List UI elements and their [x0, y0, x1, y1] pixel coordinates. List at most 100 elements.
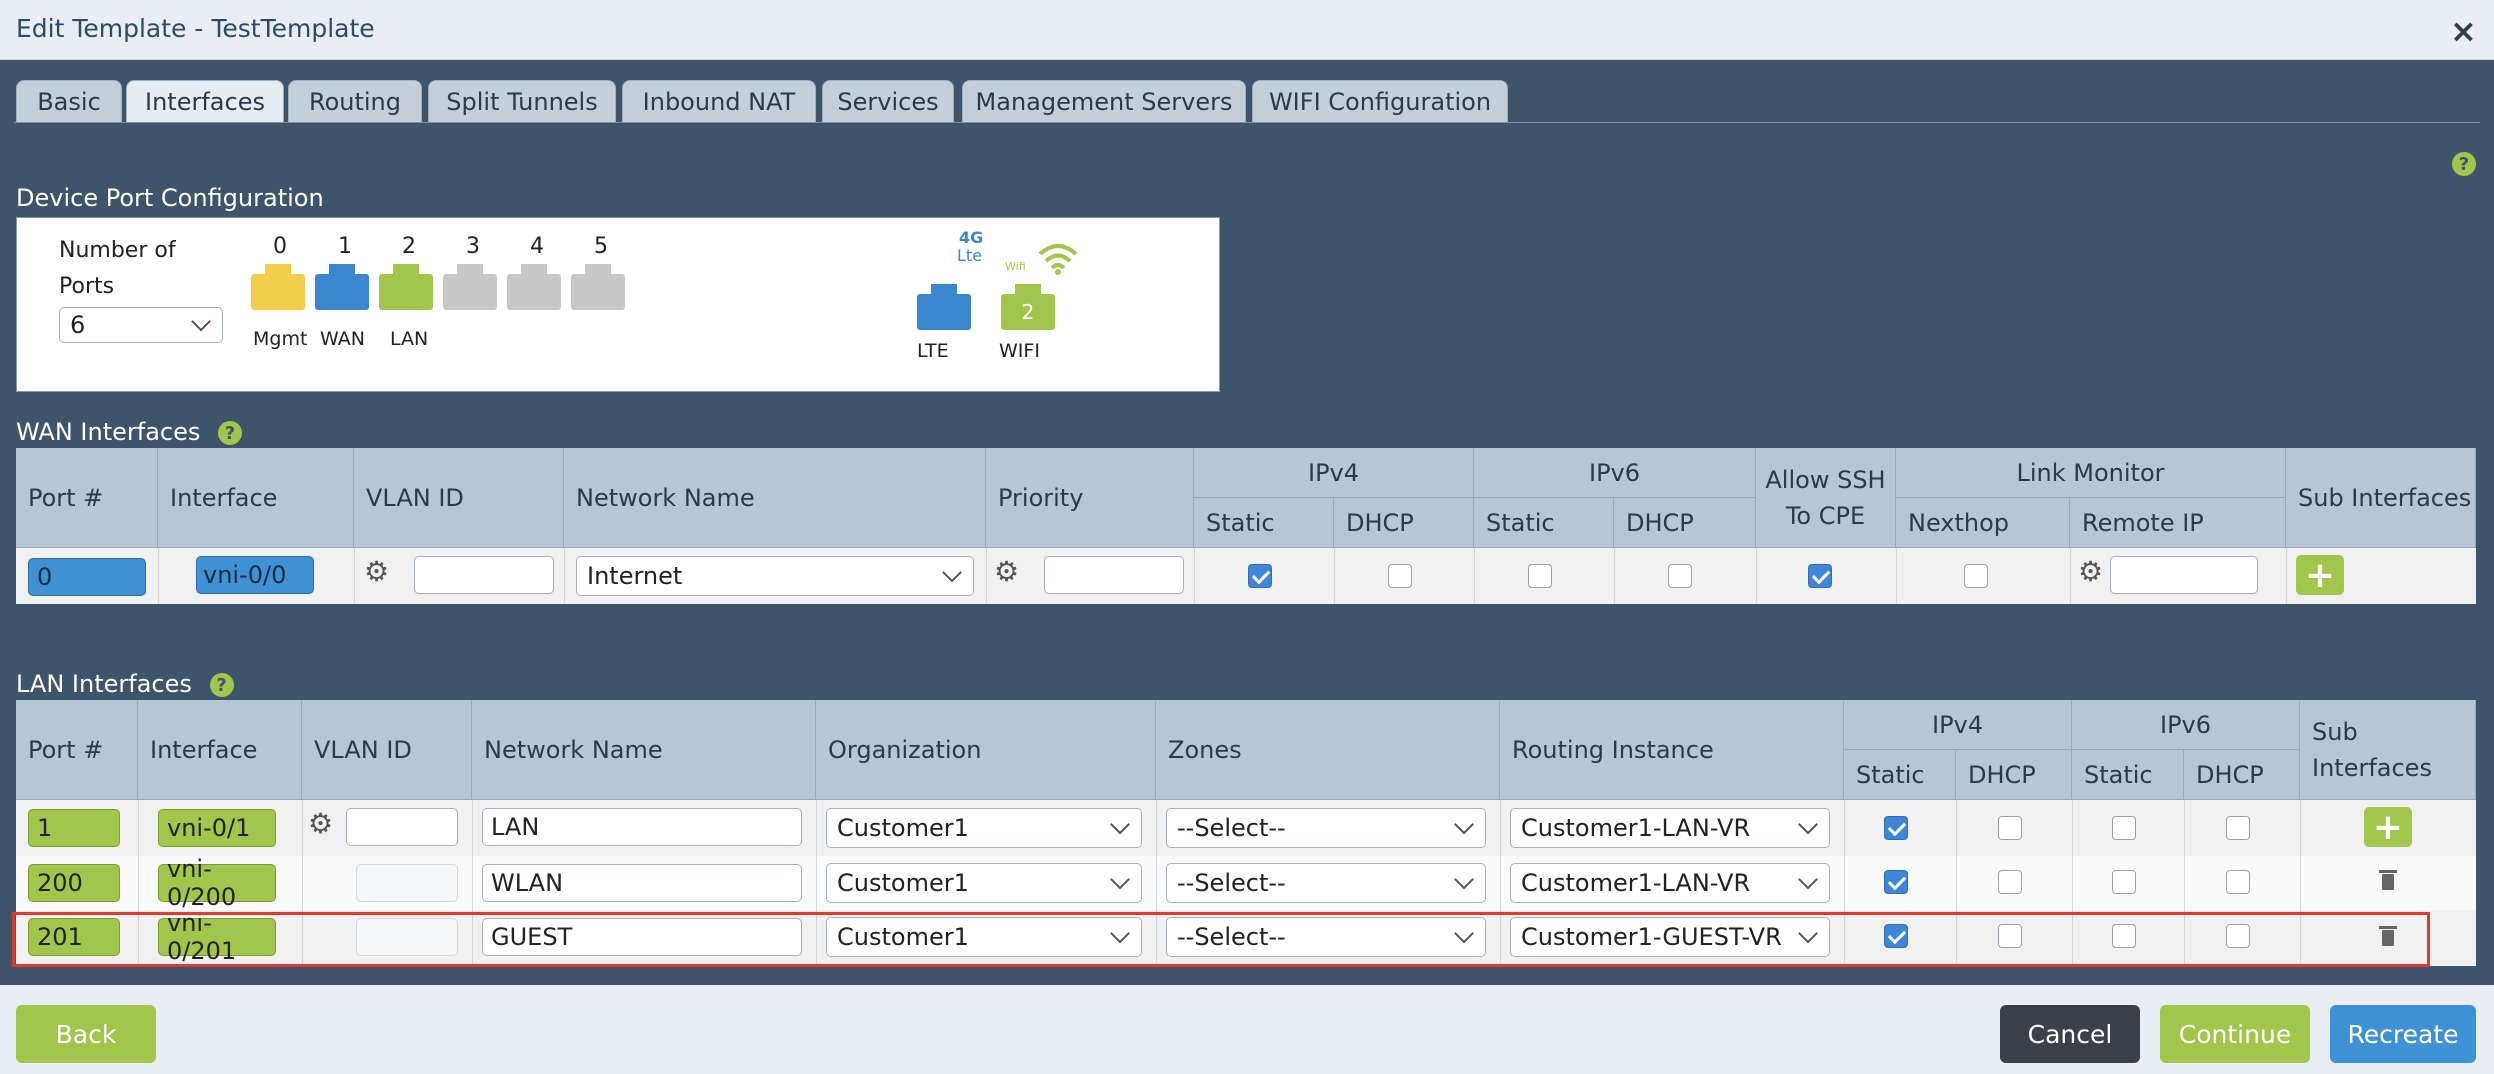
- wifi-port-icon[interactable]: 2: [1001, 284, 1055, 330]
- lan-row2-trash-icon[interactable]: [2379, 870, 2397, 890]
- tab-divider: [14, 122, 2480, 123]
- tab-inbound-nat[interactable]: Inbound NAT: [622, 80, 816, 122]
- wan-header-ssh-line1: Allow SSH: [1765, 465, 1886, 494]
- lan-row2-organization-select[interactable]: Customer1: [826, 863, 1142, 903]
- chevron-down-icon: [1798, 869, 1818, 890]
- wan-help-icon[interactable]: ?: [218, 421, 243, 445]
- lte-label: LTE: [917, 340, 949, 362]
- wan-header-allow-ssh: Allow SSH To CPE: [1756, 448, 1896, 548]
- tab-basic[interactable]: Basic: [16, 80, 122, 122]
- lan-row2-network-input[interactable]: WLAN: [482, 864, 802, 902]
- chevron-down-icon: [1798, 814, 1818, 835]
- device-port-title: Device Port Configuration: [16, 184, 324, 212]
- wan-interface-field[interactable]: vni-0/0: [196, 556, 314, 594]
- lan-row2-routing-instance-select[interactable]: Customer1-LAN-VR: [1510, 863, 1830, 903]
- tab-services[interactable]: Services: [822, 80, 954, 122]
- lan-row1-ipv4-dhcp-checkbox[interactable]: [1998, 816, 2022, 840]
- port-number-5: 5: [594, 234, 608, 259]
- wan-header-port: Port #: [16, 448, 158, 548]
- wan-header-sub-interfaces: Sub Interfaces: [2286, 448, 2476, 548]
- port-number-1: 1: [338, 234, 352, 259]
- lan-header-ipv6-dhcp: DHCP: [2184, 750, 2300, 800]
- lan-row1-interface-field[interactable]: vni-0/1: [158, 809, 276, 847]
- wan-vlan-input[interactable]: [414, 556, 554, 594]
- wifi-signal-icon: [1038, 244, 1078, 275]
- lan-header-vlan: VLAN ID: [302, 700, 472, 800]
- lan-row1-routing-instance-select[interactable]: Customer1-LAN-VR: [1510, 808, 1830, 848]
- wan-remote-ip-input[interactable]: [2110, 556, 2258, 594]
- lan-row2-organization-value: Customer1: [837, 869, 969, 897]
- wan-ipv4-dhcp-checkbox[interactable]: [1388, 564, 1412, 588]
- wan-nexthop-checkbox[interactable]: [1964, 564, 1988, 588]
- close-icon[interactable]: ×: [2450, 12, 2477, 50]
- lan-header-sub-interfaces: Sub Interfaces: [2300, 700, 2476, 800]
- port-2-lan-icon[interactable]: [379, 264, 433, 310]
- wifi-label: WIFI: [999, 340, 1040, 362]
- lan-row1-ipv6-dhcp-checkbox[interactable]: [2226, 816, 2250, 840]
- wan-port-field[interactable]: 0: [28, 558, 146, 596]
- wan-header-ipv6-dhcp: DHCP: [1614, 498, 1756, 548]
- port-label-lan: LAN: [390, 328, 429, 350]
- tab-routing[interactable]: Routing: [288, 80, 422, 122]
- wan-allow-ssh-checkbox[interactable]: [1808, 564, 1832, 588]
- wan-ipv6-dhcp-checkbox[interactable]: [1668, 564, 1692, 588]
- lan-row2-port-field[interactable]: 200: [28, 864, 120, 902]
- lan-row2-zones-select[interactable]: --Select--: [1166, 863, 1486, 903]
- wan-header-ipv6-static: Static: [1474, 498, 1614, 548]
- lan-row1-ipv4-static-checkbox[interactable]: [1884, 816, 1908, 840]
- tab-split-tunnels[interactable]: Split Tunnels: [428, 80, 616, 122]
- lan-row2-ipv4-static-checkbox[interactable]: [1884, 870, 1908, 894]
- wan-add-sub-interface-button[interactable]: +: [2296, 555, 2344, 596]
- tab-interfaces[interactable]: Interfaces: [126, 80, 284, 122]
- lan-row1-routing-instance-value: Customer1-LAN-VR: [1521, 814, 1751, 842]
- lan-row2-zones-value: --Select--: [1177, 869, 1286, 897]
- recreate-button[interactable]: Recreate: [2330, 1005, 2476, 1063]
- port-4-icon[interactable]: [507, 264, 561, 310]
- lan-row1-vlan-input[interactable]: [346, 808, 458, 846]
- wan-priority-input[interactable]: [1044, 556, 1184, 594]
- tab-wifi-configuration[interactable]: WIFI Configuration: [1252, 80, 1508, 122]
- lan-row1-vlan-gear-icon[interactable]: ⚙: [308, 810, 333, 838]
- lan-row2-vlan-input[interactable]: [356, 864, 458, 902]
- wan-header-ipv4-dhcp: DHCP: [1334, 498, 1474, 548]
- wan-vlan-gear-icon[interactable]: ⚙: [364, 558, 389, 586]
- port-0-mgmt-icon[interactable]: [251, 264, 305, 310]
- lan-row1-zones-select[interactable]: --Select--: [1166, 808, 1486, 848]
- port-3-icon[interactable]: [443, 264, 497, 310]
- tab-management-servers[interactable]: Management Servers: [962, 80, 1246, 122]
- cancel-button[interactable]: Cancel: [2000, 1005, 2140, 1063]
- wan-ipv6-static-checkbox[interactable]: [1528, 564, 1552, 588]
- port-1-wan-icon[interactable]: [315, 264, 369, 310]
- chevron-down-icon: [1454, 814, 1474, 835]
- lan-help-icon[interactable]: ?: [209, 673, 234, 697]
- wan-header-ipv4-static: Static: [1194, 498, 1334, 548]
- continue-button[interactable]: Continue: [2160, 1005, 2310, 1063]
- wifi-badge: Wifi: [1005, 260, 1026, 273]
- wan-network-select[interactable]: Internet: [576, 556, 974, 596]
- lan-row1-organization-value: Customer1: [837, 814, 969, 842]
- lan-row1-organization-select[interactable]: Customer1: [826, 808, 1142, 848]
- lte-port-icon[interactable]: [917, 284, 971, 330]
- lan-row1-port-field[interactable]: 1: [28, 809, 120, 847]
- lan-header-ipv6-static: Static: [2072, 750, 2184, 800]
- wan-interfaces-title: WAN Interfaces ?: [16, 418, 243, 446]
- lan-row2-ipv6-dhcp-checkbox[interactable]: [2226, 870, 2250, 894]
- number-of-ports-select[interactable]: 6: [59, 307, 223, 343]
- lan-row1-add-sub-interface-button[interactable]: +: [2364, 807, 2412, 848]
- wan-priority-gear-icon[interactable]: ⚙: [994, 558, 1019, 586]
- help-icon[interactable]: ?: [2452, 152, 2476, 176]
- chevron-down-icon: [1110, 814, 1130, 835]
- wan-remote-ip-gear-icon[interactable]: ⚙: [2078, 558, 2103, 586]
- port-label-wan: WAN: [320, 328, 365, 350]
- port-5-icon[interactable]: [571, 264, 625, 310]
- wan-header-link-monitor: Link Monitor: [1896, 448, 2286, 498]
- back-button[interactable]: Back: [16, 1005, 156, 1063]
- lan-row1-ipv6-static-checkbox[interactable]: [2112, 816, 2136, 840]
- lan-row2-interface-field[interactable]: vni-0/200: [158, 855, 276, 911]
- footer-bar: Back Cancel Continue Recreate: [0, 985, 2494, 1074]
- lan-row1-network-input[interactable]: LAN: [482, 808, 802, 846]
- wan-ipv4-static-checkbox[interactable]: [1248, 564, 1272, 588]
- lan-row2-ipv4-dhcp-checkbox[interactable]: [1998, 870, 2022, 894]
- lan-row2-ipv6-static-checkbox[interactable]: [2112, 870, 2136, 894]
- wan-header-ipv4: IPv4: [1194, 448, 1474, 498]
